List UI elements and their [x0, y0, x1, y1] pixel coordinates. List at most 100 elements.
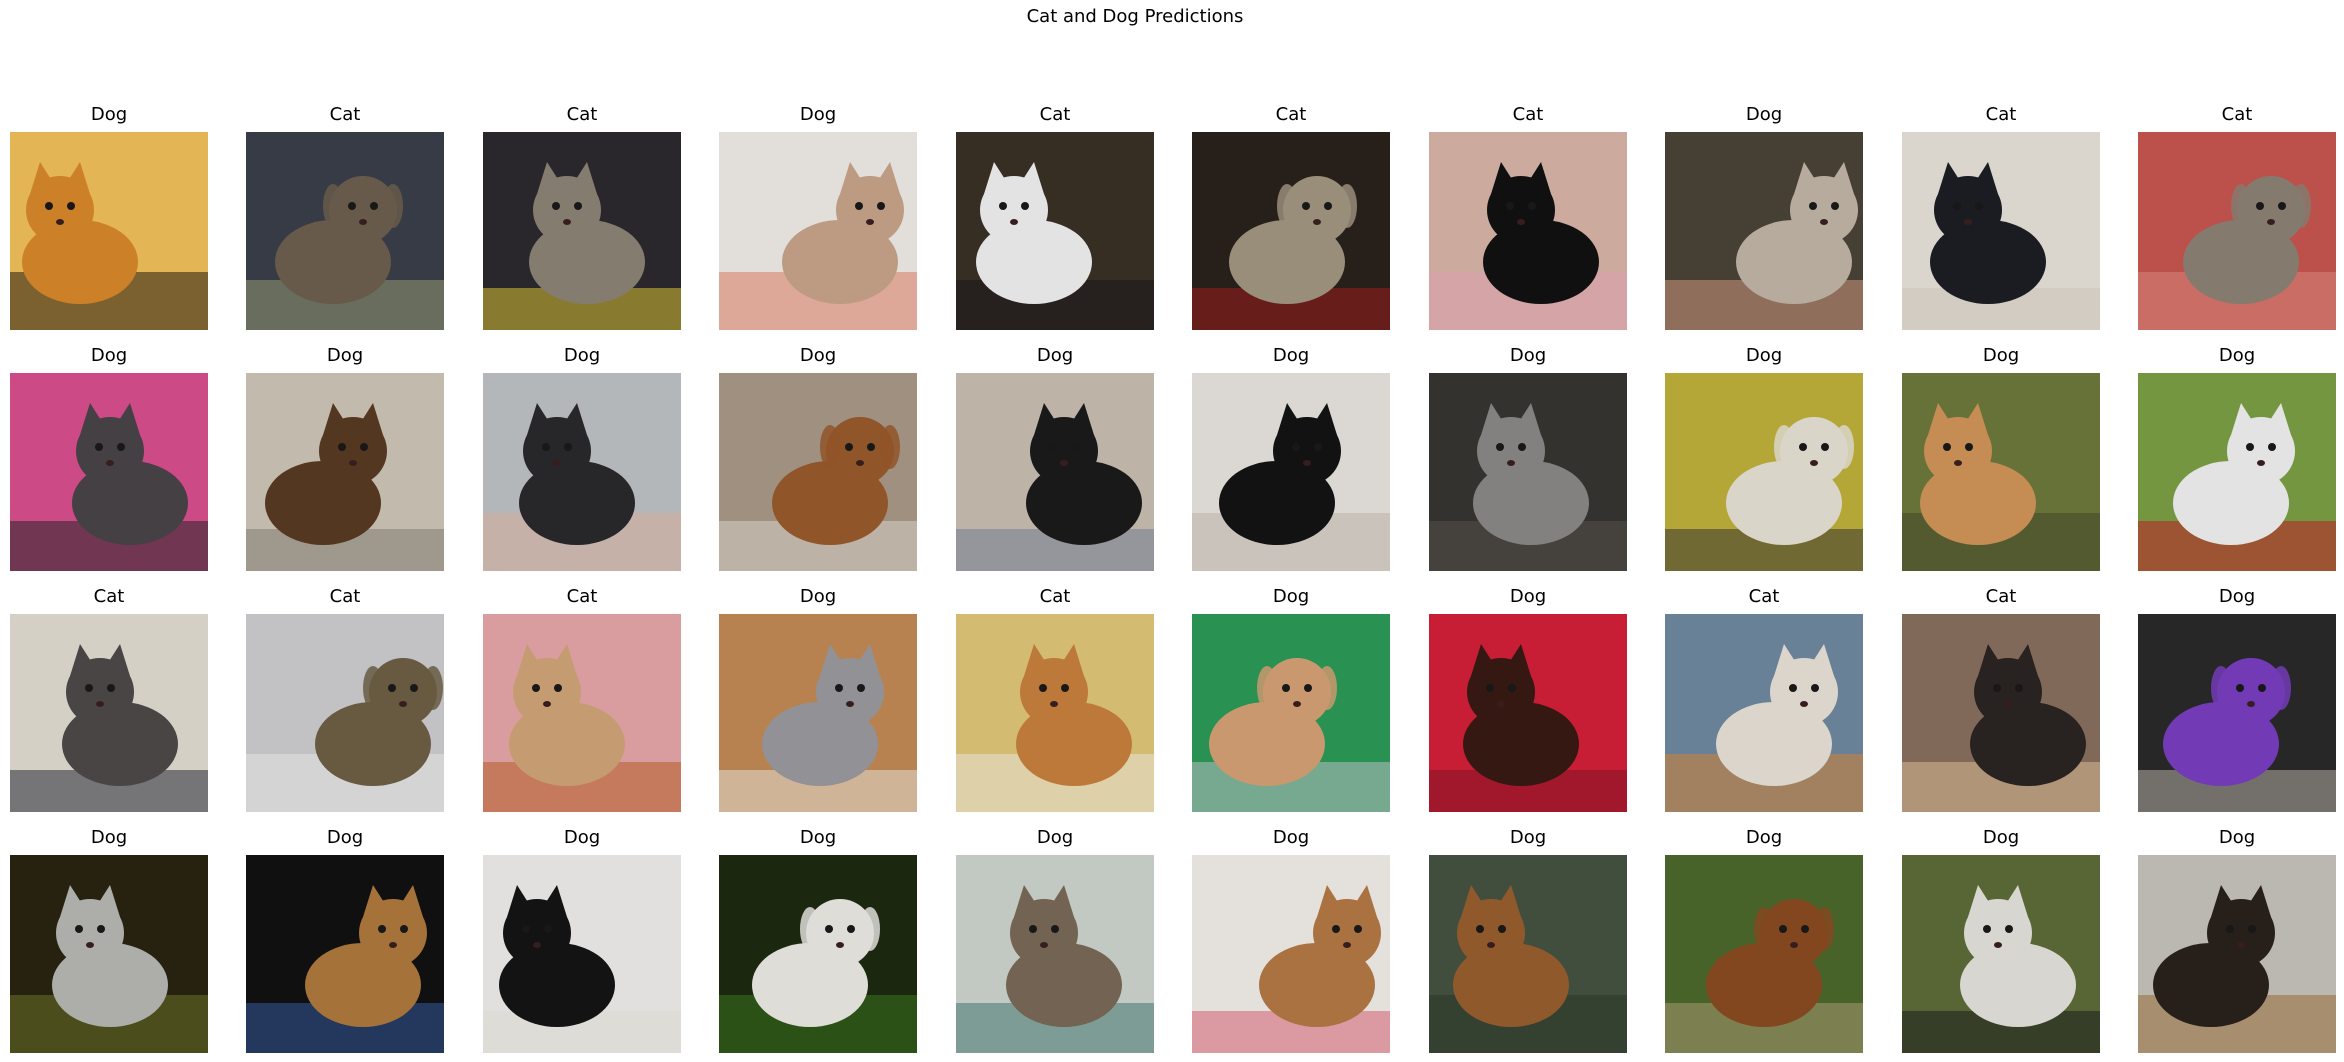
- prediction-cell: Dog: [1192, 827, 1390, 1053]
- prediction-cell: Dog: [719, 345, 917, 571]
- kitten-on-stool-image: [483, 614, 681, 812]
- prediction-cell: Cat: [483, 104, 681, 330]
- prediction-label: Dog: [1509, 827, 1547, 848]
- prediction-cell: Dog: [483, 345, 681, 571]
- prediction-cell: Dog: [10, 827, 208, 1053]
- prediction-label: Cat: [329, 586, 361, 607]
- dark-cat-red-bg-image: [1429, 614, 1627, 812]
- prediction-label: Dog: [1745, 827, 1783, 848]
- prediction-cell: Dog: [956, 827, 1154, 1053]
- prediction-label: Dog: [1272, 827, 1310, 848]
- prediction-label: Dog: [2218, 345, 2256, 366]
- prediction-label: Dog: [2218, 586, 2256, 607]
- prediction-label: Dog: [1982, 827, 2020, 848]
- prediction-cell: Dog: [2138, 586, 2336, 812]
- prediction-label: Dog: [90, 104, 128, 125]
- prediction-label: Dog: [1036, 827, 1074, 848]
- prediction-cell: Dog: [246, 827, 444, 1053]
- prediction-label: Cat: [1039, 104, 1071, 125]
- prediction-label: Cat: [2221, 104, 2253, 125]
- prediction-cell: Dog: [1902, 827, 2100, 1053]
- prediction-cell: Cat: [956, 586, 1154, 812]
- prediction-label: Dog: [1745, 345, 1783, 366]
- schnauzer-image: [10, 855, 208, 1053]
- prediction-cell: Dog: [956, 345, 1154, 571]
- prediction-cell: Dog: [2138, 345, 2336, 571]
- german-shepherd-image: [2138, 855, 2336, 1053]
- black-dog-blanket-image: [1192, 373, 1390, 571]
- prediction-label: Dog: [1272, 345, 1310, 366]
- prediction-label: Dog: [1036, 345, 1074, 366]
- tabby-lying-image: [2138, 132, 2336, 330]
- brown-dog-tongue-image: [1192, 855, 1390, 1053]
- orange-fluffy-cat-image: [956, 614, 1154, 812]
- black-dog-floor-image: [956, 373, 1154, 571]
- prediction-cell: Dog: [1429, 827, 1627, 1053]
- brown-puppy-tag-image: [246, 855, 444, 1053]
- prediction-cell: Dog: [10, 104, 208, 330]
- black-white-cat-image: [956, 132, 1154, 330]
- white-boxer-image: [719, 855, 917, 1053]
- puppy-held-image: [483, 373, 681, 571]
- prediction-label: Dog: [2218, 827, 2256, 848]
- tabby-white-chest-image: [246, 614, 444, 812]
- figure-title: Cat and Dog Predictions: [1026, 6, 1244, 27]
- calico-sitting-image: [1902, 614, 2100, 812]
- prediction-cell: Dog: [719, 827, 917, 1053]
- prediction-cell: Dog: [2138, 827, 2336, 1053]
- prediction-cell: Cat: [10, 586, 208, 812]
- cat-in-lap-image: [1192, 614, 1390, 812]
- prediction-cell: Dog: [1665, 104, 1863, 330]
- prediction-label: Dog: [90, 827, 128, 848]
- prediction-cell: Cat: [1192, 104, 1390, 330]
- prediction-label: Dog: [1509, 586, 1547, 607]
- calico-standing-image: [1665, 614, 1863, 812]
- prediction-cell: Dog: [246, 345, 444, 571]
- prediction-label: Dog: [1745, 104, 1783, 125]
- prediction-cell: Cat: [246, 586, 444, 812]
- prediction-label: Cat: [1512, 104, 1544, 125]
- grey-cats-image: [10, 614, 208, 812]
- kitten-in-hand-image: [719, 132, 917, 330]
- cat-purple-shirt-image: [2138, 614, 2336, 812]
- prediction-label: Dog: [563, 345, 601, 366]
- tabby-cat-image: [246, 132, 444, 330]
- prediction-cell: Cat: [1665, 586, 1863, 812]
- black-puppy-image: [483, 855, 681, 1053]
- tabby-cat-sitting-image: [1192, 132, 1390, 330]
- prediction-cell: Cat: [956, 104, 1154, 330]
- calico-kitten-image: [1665, 132, 1863, 330]
- brown-dog-lying-image: [719, 373, 917, 571]
- prediction-cell: Dog: [483, 827, 681, 1053]
- prediction-label: Dog: [799, 345, 837, 366]
- prediction-label: Dog: [563, 827, 601, 848]
- prediction-label: Dog: [799, 586, 837, 607]
- prediction-cell: Dog: [1429, 586, 1627, 812]
- dog-in-doorway-image: [956, 855, 1154, 1053]
- tuxedo-cat-image: [1429, 132, 1627, 330]
- prediction-cell: Cat: [1902, 586, 2100, 812]
- prediction-label: Dog: [799, 827, 837, 848]
- prediction-label: Cat: [566, 104, 598, 125]
- brown-dog-crate-image: [246, 373, 444, 571]
- prediction-label: Dog: [1982, 345, 2020, 366]
- grey-cat-floor-image: [719, 614, 917, 812]
- prediction-cell: Dog: [719, 104, 917, 330]
- prediction-cell: Dog: [719, 586, 917, 812]
- black-cat-image: [1902, 132, 2100, 330]
- dachshund-image: [1665, 855, 1863, 1053]
- prediction-cell: Dog: [1665, 345, 1863, 571]
- fluffy-dog-grass-image: [1902, 855, 2100, 1053]
- prediction-cell: Dog: [1665, 827, 1863, 1053]
- prediction-label: Dog: [326, 345, 364, 366]
- prediction-label: Dog: [799, 104, 837, 125]
- prediction-label: Dog: [326, 827, 364, 848]
- small-dog-yellow-wall-image: [1665, 373, 1863, 571]
- prediction-label: Cat: [1748, 586, 1780, 607]
- prediction-label: Cat: [329, 104, 361, 125]
- prediction-label: Dog: [1272, 586, 1310, 607]
- prediction-cell: Cat: [2138, 104, 2336, 330]
- long-haired-cat-image: [483, 132, 681, 330]
- prediction-label: Cat: [1039, 586, 1071, 607]
- prediction-cell: Dog: [10, 345, 208, 571]
